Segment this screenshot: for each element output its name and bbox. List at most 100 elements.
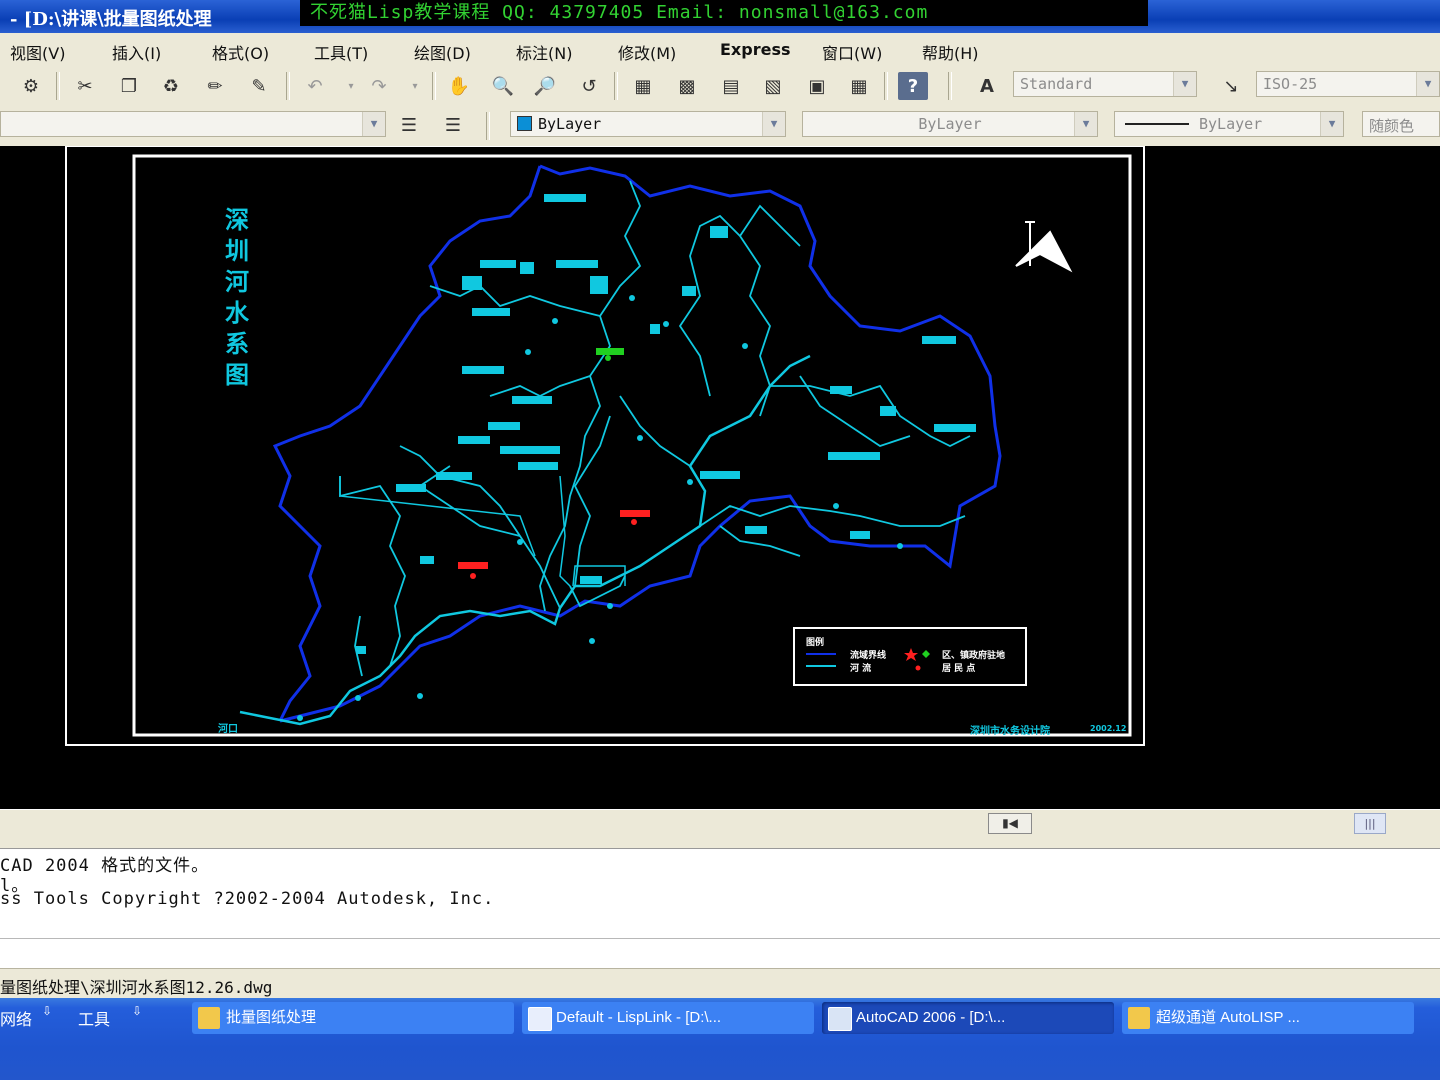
river-line	[399, 445, 561, 609]
taskbar-tools-label[interactable]: 工具	[78, 1006, 110, 1030]
label-block	[580, 576, 602, 584]
river-dot	[742, 343, 748, 349]
autocad-icon	[828, 1007, 852, 1031]
label-block	[830, 386, 852, 394]
layer-state-combo[interactable]: ▼	[0, 111, 386, 137]
match-properties-icon[interactable]: ✏	[200, 72, 230, 100]
river-dot	[833, 503, 839, 509]
calculator-icon[interactable]: ▦	[844, 72, 874, 100]
command-line: ss Tools Copyright ?2002-2004 Autodesk, …	[0, 889, 495, 909]
color-control-combo[interactable]: ByLayer ▼	[510, 111, 786, 137]
river-line	[770, 384, 971, 448]
redo-icon[interactable]: ↷	[364, 72, 394, 100]
menu-window[interactable]: 窗口(W)	[822, 40, 882, 64]
town-marker	[605, 355, 611, 361]
sheet-set-icon[interactable]: ▧	[758, 72, 788, 100]
north-arrow-icon	[1015, 221, 1073, 273]
help-icon	[1128, 1007, 1150, 1029]
plot-style-value: 随颜色	[1369, 117, 1415, 135]
taskbar-help-button[interactable]: 超级通道 AutoLISP ...	[1122, 1002, 1414, 1034]
river-dot	[517, 539, 523, 545]
map-title-char: 河	[225, 267, 249, 296]
copy-icon[interactable]: ❐	[114, 72, 144, 100]
zoom-previous-icon[interactable]: ↺	[574, 72, 604, 100]
river-mouth-label: 河口	[218, 724, 238, 735]
undo-icon[interactable]: ↶	[300, 72, 330, 100]
label-block	[850, 531, 870, 539]
river-line	[339, 476, 406, 667]
toolbar-separator	[432, 72, 436, 100]
town-marker	[470, 573, 476, 579]
river-dot	[417, 693, 423, 699]
toolbar-separator	[286, 72, 290, 100]
design-center-icon[interactable]: ▩	[672, 72, 702, 100]
toolbar-separator	[948, 72, 952, 100]
zoom-realtime-icon[interactable]: 🔍	[488, 72, 518, 100]
taskbar-autocad-button[interactable]: AutoCAD 2006 - [D:\...	[822, 1002, 1114, 1034]
layer-previous-icon[interactable]: ☰	[438, 111, 468, 139]
menu-insert[interactable]: 插入(I)	[112, 40, 161, 64]
label-block	[462, 366, 504, 374]
markup-icon[interactable]: ▣	[802, 72, 832, 100]
river-dot	[687, 479, 693, 485]
redo-dropdown-icon[interactable]: ▾	[400, 72, 430, 100]
menu-draw[interactable]: 绘图(D)	[414, 40, 471, 64]
help-icon[interactable]: ?	[898, 72, 928, 100]
legend-title: 图例	[806, 638, 825, 648]
drawing-canvas[interactable]: 深 圳 河 水 系 图 河口 深圳市水务设计院 2002.12 图例 流域界线 …	[0, 146, 1440, 809]
chevron-down-icon: ⇩	[42, 1004, 53, 1018]
river-line	[539, 180, 642, 612]
tool-palettes-icon[interactable]: ▤	[716, 72, 746, 100]
zoom-window-icon[interactable]: 🔎	[530, 72, 560, 100]
dim-style-icon[interactable]: ↘	[1216, 72, 1246, 100]
undo-dropdown-icon[interactable]: ▾	[336, 72, 366, 100]
title-bar: - [D:\讲课\批量图纸处理 不死猫Lisp教学课程 QQ: 43797405…	[0, 0, 1440, 33]
toolbar-separator	[56, 72, 60, 100]
label-block	[710, 226, 728, 238]
properties-icon[interactable]: ▦	[628, 72, 658, 100]
text-style-icon[interactable]: A	[972, 72, 1002, 100]
plot-preview-icon[interactable]: ⚙	[16, 72, 46, 100]
taskbar-help-label: 超级通道 AutoLISP ...	[1156, 1009, 1300, 1026]
river-dot	[297, 715, 303, 721]
menu-format[interactable]: 格式(O)	[212, 40, 269, 64]
river-line	[678, 214, 741, 397]
menu-dimension[interactable]: 标注(N)	[516, 40, 572, 64]
taskbar-folder-button[interactable]: 批量图纸处理	[192, 1002, 514, 1034]
file-path: 量图纸处理\深圳河水系图12.26.dwg	[0, 978, 273, 997]
pan-icon[interactable]: ✋	[444, 72, 474, 100]
menu-tools[interactable]: 工具(T)	[314, 40, 368, 64]
label-block	[934, 424, 976, 432]
menu-express[interactable]: Express	[720, 40, 791, 59]
river-dot	[663, 321, 669, 327]
linetype-control-combo[interactable]: ByLayer ▼	[802, 111, 1098, 137]
layout-tab-nav-icon[interactable]: ▮◀	[988, 813, 1032, 834]
river-line	[699, 505, 966, 527]
label-block	[488, 422, 520, 430]
label-block	[512, 396, 552, 404]
taskbar-lisplink-button[interactable]: Default - LispLink - [D:\...	[522, 1002, 814, 1034]
text-style-combo[interactable]: Standard ▼	[1013, 71, 1197, 97]
menu-view[interactable]: 视图(V)	[10, 40, 65, 64]
menu-help[interactable]: 帮助(H)	[922, 40, 979, 64]
taskbar-network-label[interactable]: 网络	[0, 1006, 32, 1030]
label-block	[828, 452, 880, 460]
label-block	[556, 260, 598, 268]
dim-style-combo[interactable]: ISO-25 ▼	[1256, 71, 1440, 97]
block-editor-icon[interactable]: ✎	[244, 72, 274, 100]
river-labels	[356, 194, 976, 654]
label-block	[518, 462, 558, 470]
river-dot	[355, 695, 361, 701]
status-bar: 量图纸处理\深圳河水系图12.26.dwg	[0, 968, 1440, 999]
command-input[interactable]	[0, 938, 1440, 969]
main-river	[239, 354, 811, 726]
river-dot	[629, 295, 635, 301]
plot-style-combo[interactable]: 随颜色	[1362, 111, 1440, 137]
lineweight-control-combo[interactable]: ByLayer ▼	[1114, 111, 1344, 137]
north-arrow-head	[1015, 230, 1073, 273]
layer-manager-icon[interactable]: ☰	[394, 111, 424, 139]
scroll-thumb[interactable]: |||	[1354, 813, 1386, 834]
cut-icon[interactable]: ✂	[70, 72, 100, 100]
menu-modify[interactable]: 修改(M)	[618, 40, 676, 64]
paste-icon[interactable]: ♻	[156, 72, 186, 100]
